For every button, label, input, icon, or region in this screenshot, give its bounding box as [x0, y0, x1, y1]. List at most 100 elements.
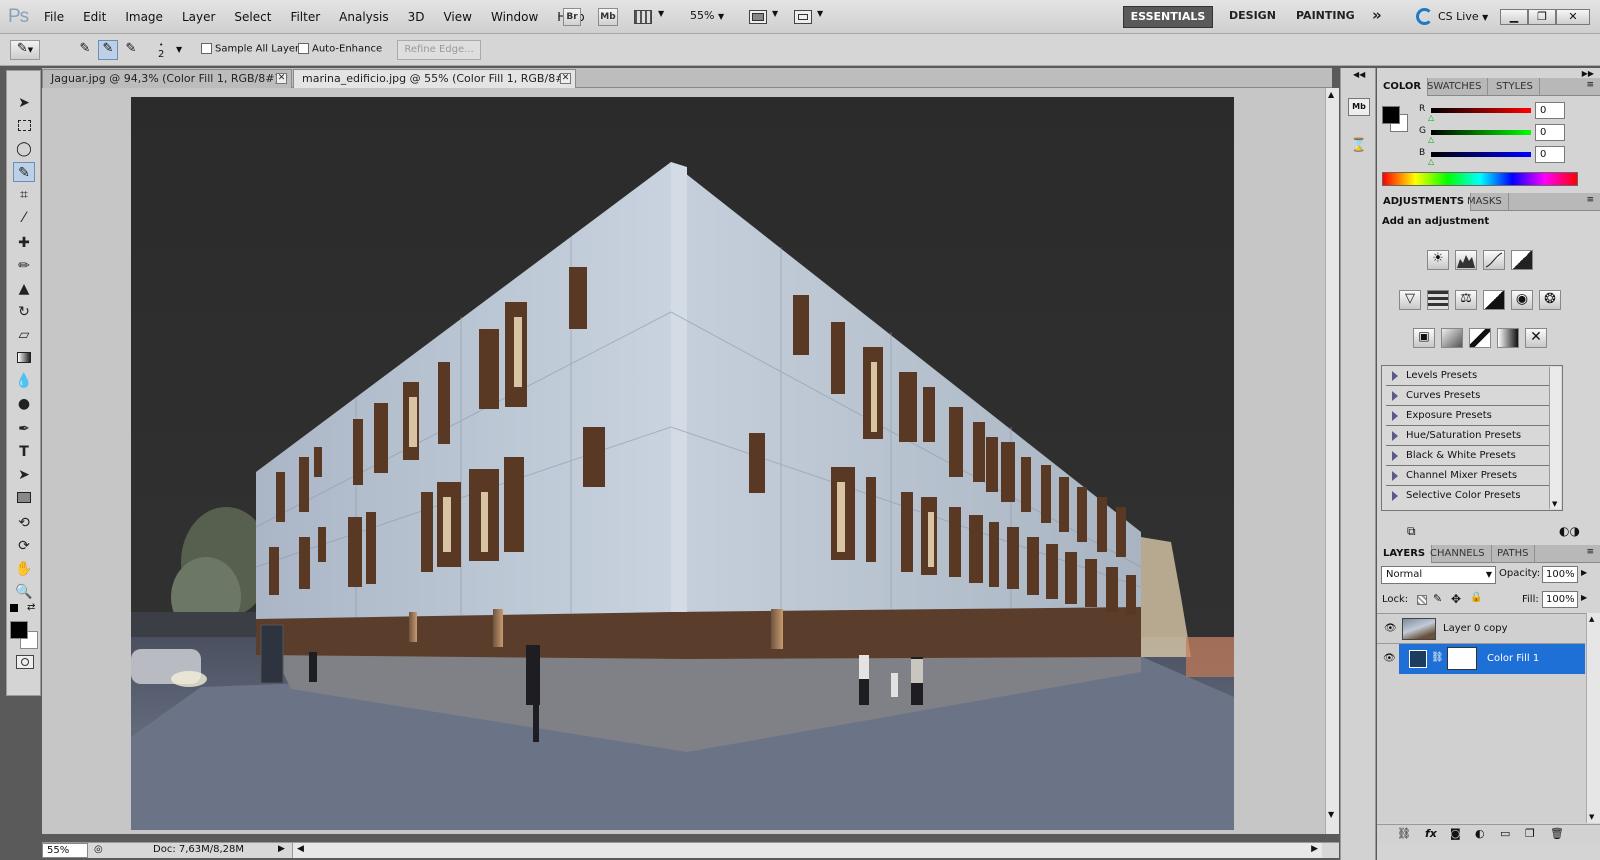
- green-slider[interactable]: [1431, 130, 1531, 135]
- presets-scrollbar[interactable]: ▼: [1549, 367, 1561, 509]
- eraser-tool-icon[interactable]: ▱: [13, 325, 35, 345]
- fill-arrow-icon[interactable]: ▶: [1581, 593, 1587, 602]
- menu-3d[interactable]: 3D: [408, 10, 425, 24]
- gradient-map-icon[interactable]: [1497, 328, 1519, 348]
- panel-menu-icon[interactable]: ≡: [1586, 80, 1594, 90]
- brush-size-picker[interactable]: • 2: [158, 40, 164, 60]
- color-balance-icon[interactable]: ⚖: [1455, 290, 1477, 310]
- slider-handle-icon[interactable]: △: [1428, 113, 1434, 122]
- layer-mask-thumbnail[interactable]: [1447, 647, 1477, 670]
- horizontal-scrollbar[interactable]: ◀ ▶: [292, 843, 1322, 858]
- chevron-down-icon[interactable]: ▼: [817, 9, 823, 18]
- black-white-icon[interactable]: [1483, 290, 1505, 310]
- panel-menu-icon[interactable]: ≡: [1586, 547, 1594, 557]
- curves-icon[interactable]: [1483, 250, 1505, 270]
- panel-menu-icon[interactable]: ≡: [1586, 195, 1594, 205]
- zoom-tool-icon[interactable]: 🔍: [13, 582, 35, 602]
- levels-icon[interactable]: [1455, 250, 1477, 270]
- brush-tool-icon[interactable]: ✏: [13, 256, 35, 276]
- layer-row-selected[interactable]: 👁 ⛓ Color Fill 1: [1377, 644, 1585, 674]
- gradient-tool-icon[interactable]: [13, 348, 35, 368]
- workspace-painting[interactable]: PAINTING: [1296, 9, 1355, 22]
- visibility-eye-icon[interactable]: 👁: [1384, 623, 1397, 634]
- channel-mixer-icon[interactable]: ❂: [1539, 290, 1561, 310]
- tab-paths[interactable]: PATHS: [1491, 545, 1536, 563]
- new-adjustment-layer-icon[interactable]: ◐: [1475, 827, 1485, 840]
- view-extras-icon[interactable]: [634, 10, 652, 24]
- blue-value-field[interactable]: 0: [1535, 146, 1565, 163]
- type-tool-icon[interactable]: T: [13, 442, 35, 462]
- path-selection-tool-icon[interactable]: ➤: [13, 465, 35, 485]
- workspace-essentials[interactable]: ESSENTIALS: [1123, 6, 1213, 28]
- dodge-tool-icon[interactable]: ●: [13, 394, 35, 414]
- layer-row[interactable]: 👁 Layer 0 copy: [1377, 614, 1585, 644]
- tab-channels[interactable]: CHANNELS: [1424, 545, 1492, 563]
- tab-masks[interactable]: MASKS: [1461, 193, 1509, 211]
- status-info-icon[interactable]: ◎: [94, 844, 103, 855]
- workspace-design[interactable]: DESIGN: [1229, 9, 1276, 22]
- mini-bridge-button[interactable]: Mb: [598, 8, 618, 26]
- collapse-icon[interactable]: ◀◀: [1353, 70, 1365, 79]
- chevron-down-icon[interactable]: ▼: [176, 45, 182, 54]
- clip-to-layer-icon[interactable]: ⧉: [1407, 524, 1416, 539]
- color-ramp[interactable]: [1382, 172, 1578, 186]
- red-slider[interactable]: [1431, 108, 1531, 113]
- photo-filter-icon[interactable]: ◉: [1511, 290, 1533, 310]
- eyedropper-tool-icon[interactable]: ⁄: [13, 208, 35, 228]
- menu-view[interactable]: View: [443, 10, 471, 24]
- menu-analysis[interactable]: Analysis: [339, 10, 388, 24]
- menu-file[interactable]: File: [44, 10, 64, 24]
- green-value-field[interactable]: 0: [1535, 124, 1565, 141]
- scroll-down-icon[interactable]: ▼: [1328, 810, 1334, 819]
- refine-edge-button[interactable]: Refine Edge...: [397, 40, 481, 60]
- status-menu-arrow-icon[interactable]: ▶: [278, 844, 285, 854]
- healing-brush-tool-icon[interactable]: ✚: [13, 233, 35, 253]
- tab-jaguar[interactable]: Jaguar.jpg @ 94,3% (Color Fill 1, RGB/8#…: [42, 69, 292, 88]
- clone-stamp-tool-icon[interactable]: ▲: [13, 279, 35, 299]
- exposure-icon[interactable]: [1511, 250, 1533, 270]
- menu-edit[interactable]: Edit: [83, 10, 106, 24]
- 3d-rotate-tool-icon[interactable]: ⟲: [13, 513, 35, 533]
- subtract-from-selection-icon[interactable]: ✎: [122, 41, 140, 59]
- preset-levels[interactable]: Levels Presets: [1386, 366, 1556, 386]
- mini-bridge-panel-icon[interactable]: Mb: [1348, 98, 1370, 116]
- chevron-down-icon[interactable]: ▼: [772, 9, 778, 18]
- crop-tool-icon[interactable]: ⌗: [13, 185, 35, 205]
- status-zoom-field[interactable]: 55%: [42, 843, 88, 858]
- tab-marina-edificio[interactable]: marina_edificio.jpg @ 55% (Color Fill 1,…: [293, 69, 576, 103]
- hand-tool-icon[interactable]: ✋: [13, 559, 35, 579]
- tab-adjustments[interactable]: ADJUSTMENTS: [1377, 193, 1472, 211]
- restore-button[interactable]: ❐: [1528, 9, 1556, 25]
- preset-selective-color[interactable]: Selective Color Presets: [1386, 486, 1556, 506]
- preset-black-white[interactable]: Black & White Presets: [1386, 446, 1556, 466]
- minimize-button[interactable]: ▁: [1500, 9, 1528, 25]
- document-canvas[interactable]: [131, 97, 1234, 830]
- menu-layer[interactable]: Layer: [182, 10, 215, 24]
- red-value-field[interactable]: 0: [1535, 102, 1565, 119]
- move-tool-icon[interactable]: ➤: [13, 93, 35, 113]
- tab-styles[interactable]: STYLES: [1490, 78, 1540, 96]
- selective-color-icon[interactable]: ✕: [1525, 328, 1547, 348]
- close-button[interactable]: ✕: [1556, 9, 1590, 25]
- menu-select[interactable]: Select: [234, 10, 271, 24]
- quick-mask-icon[interactable]: [16, 655, 34, 669]
- bridge-button[interactable]: Br: [563, 8, 581, 26]
- opacity-field[interactable]: 100%: [1542, 566, 1578, 583]
- brightness-contrast-icon[interactable]: ☀: [1427, 250, 1449, 270]
- scroll-up-icon[interactable]: ▲: [1589, 615, 1594, 623]
- chain-link-icon[interactable]: ⛓: [1431, 652, 1444, 663]
- slider-handle-icon[interactable]: △: [1428, 157, 1434, 166]
- add-mask-icon[interactable]: ◙: [1450, 827, 1461, 840]
- swap-colors-icon[interactable]: ⇄: [27, 602, 35, 613]
- threshold-icon[interactable]: [1469, 328, 1491, 348]
- scroll-down-icon[interactable]: ▼: [1589, 813, 1594, 821]
- blur-tool-icon[interactable]: 💧: [13, 371, 35, 391]
- preset-curves[interactable]: Curves Presets: [1386, 386, 1556, 406]
- add-to-selection-icon[interactable]: ✎: [98, 40, 118, 60]
- menu-image[interactable]: Image: [125, 10, 163, 24]
- vibrance-icon[interactable]: ▽: [1399, 290, 1421, 310]
- lasso-tool-icon[interactable]: ◯: [13, 139, 35, 159]
- default-colors-icon[interactable]: [10, 604, 18, 612]
- sample-all-layers-checkbox[interactable]: Sample All Layers: [201, 43, 304, 55]
- posterize-icon[interactable]: [1441, 328, 1463, 348]
